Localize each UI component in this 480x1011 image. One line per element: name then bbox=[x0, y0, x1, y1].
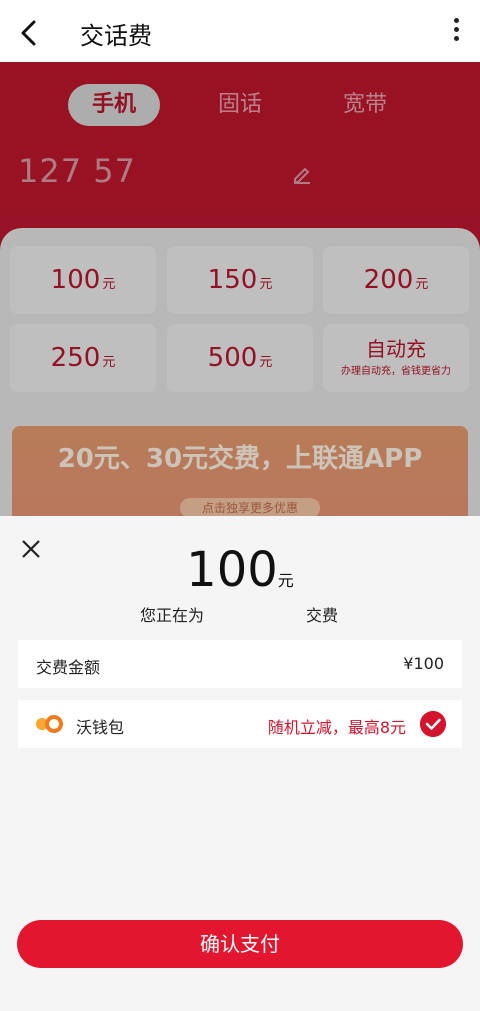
wallet-promo-text: 随机立减，最高8元 bbox=[267, 718, 406, 737]
top-bar: 交话费 bbox=[0, 0, 480, 62]
checkmark-icon[interactable] bbox=[420, 711, 446, 737]
wo-wallet-icon bbox=[36, 715, 63, 733]
wallet-payment-row[interactable]: 沃钱包 随机立减，最高8元 bbox=[18, 700, 462, 748]
fee-amount-row: 交费金额 ¥100 bbox=[18, 640, 462, 688]
back-arrow-icon[interactable] bbox=[18, 19, 40, 47]
payment-amount: 100元 bbox=[186, 542, 294, 598]
payment-sheet: 100元 您正在为 交费 交费金额 ¥100 沃钱包 随机立减，最高8元 确认支… bbox=[0, 516, 480, 1011]
paying-for-suffix: 交费 bbox=[306, 606, 339, 625]
confirm-payment-button[interactable]: 确认支付 bbox=[17, 920, 463, 968]
more-options-icon[interactable] bbox=[452, 18, 460, 46]
paying-for-prefix: 您正在为 bbox=[140, 606, 205, 625]
fee-amount-value: ¥100 bbox=[403, 654, 444, 673]
wallet-label: 沃钱包 bbox=[76, 718, 125, 737]
fee-amount-label: 交费金额 bbox=[36, 658, 101, 677]
dim-overlay[interactable] bbox=[0, 62, 480, 516]
page-title: 交话费 bbox=[80, 22, 152, 50]
